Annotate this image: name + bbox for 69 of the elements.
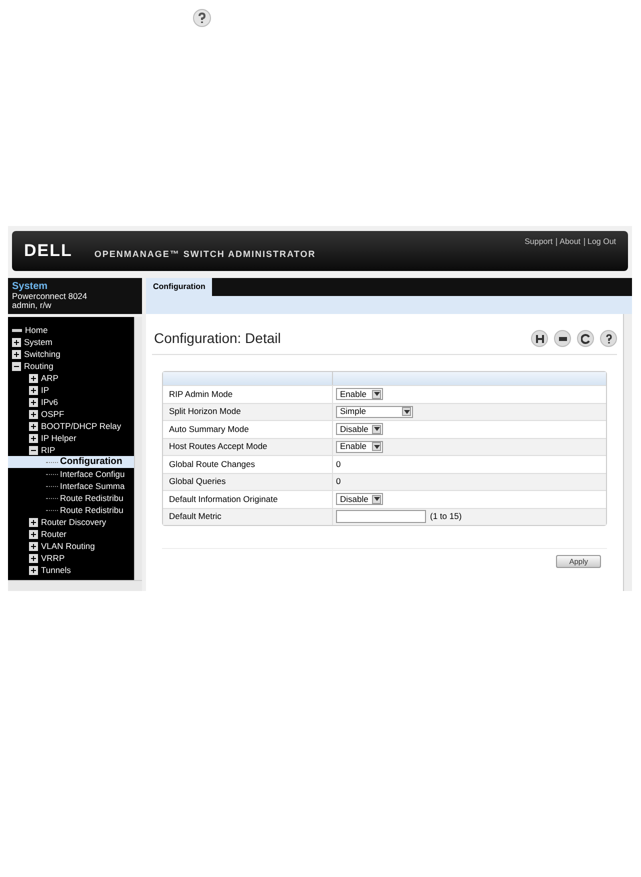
caret-icon bbox=[372, 442, 381, 452]
vertical-scrollbar[interactable] bbox=[134, 317, 142, 580]
save-icon[interactable] bbox=[531, 330, 548, 347]
expand-icon[interactable] bbox=[29, 566, 38, 574]
field-label: Default Metric bbox=[163, 508, 333, 525]
input-field[interactable] bbox=[336, 510, 426, 524]
tree-item[interactable]: Route Redistribu bbox=[60, 504, 124, 516]
page-title: Configuration: Detail bbox=[154, 329, 281, 348]
tree-item[interactable]: IPv6 bbox=[41, 396, 58, 408]
refresh-icon[interactable] bbox=[577, 330, 594, 347]
vertical-scrollbar[interactable] bbox=[623, 314, 632, 591]
expand-icon[interactable] bbox=[29, 386, 38, 394]
tree-item[interactable]: VLAN Routing bbox=[41, 540, 95, 552]
expand-icon[interactable] bbox=[29, 422, 38, 430]
product-title: OPENMANAGE™ SWITCH ADMINISTRATOR bbox=[94, 248, 316, 262]
tree-item[interactable]: Interface Configu bbox=[60, 468, 125, 480]
horizontal-scrollbar[interactable] bbox=[8, 580, 142, 591]
system-title: System bbox=[12, 281, 49, 292]
caret-icon bbox=[372, 424, 381, 434]
dropdown[interactable]: Enable bbox=[336, 440, 383, 453]
expand-icon[interactable] bbox=[29, 518, 38, 526]
expand-icon[interactable] bbox=[29, 410, 38, 418]
tree-item[interactable]: Home bbox=[25, 324, 48, 336]
user-info: admin, r/w bbox=[12, 301, 52, 310]
tree-item[interactable]: Switching bbox=[24, 348, 60, 360]
print-icon[interactable] bbox=[554, 330, 571, 347]
field-value: 0 bbox=[336, 458, 341, 471]
tree-item[interactable]: Route Redistribu bbox=[60, 492, 124, 504]
tree-item[interactable]: OSPF bbox=[41, 408, 64, 420]
help-icon bbox=[193, 9, 211, 27]
range-hint: (1 to 15) bbox=[430, 510, 462, 524]
tree-item[interactable]: Interface Summa bbox=[60, 480, 125, 492]
header-link[interactable]: Support bbox=[524, 236, 553, 248]
tree-item[interactable]: BOOTP/DHCP Relay bbox=[41, 420, 122, 432]
collapse-icon[interactable] bbox=[12, 362, 21, 370]
tree-item[interactable]: Router bbox=[41, 528, 67, 540]
tree-item[interactable]: Tunnels bbox=[41, 564, 71, 576]
home-icon bbox=[12, 328, 22, 332]
expand-icon[interactable] bbox=[29, 554, 38, 562]
expand-icon[interactable] bbox=[29, 398, 38, 406]
logo: DELL bbox=[24, 240, 72, 262]
tree-item[interactable]: IP Helper bbox=[41, 432, 76, 444]
caret-icon bbox=[372, 390, 381, 399]
device-model: Powerconnect 8024 bbox=[12, 292, 88, 301]
header-link[interactable]: Log Out bbox=[588, 236, 616, 248]
tree-item[interactable]: ARP bbox=[41, 372, 58, 384]
tree-item[interactable]: IP bbox=[41, 384, 50, 396]
help-icon[interactable] bbox=[600, 330, 617, 347]
expand-icon[interactable] bbox=[29, 374, 38, 382]
tree-item[interactable]: RIP bbox=[41, 444, 56, 456]
collapse-icon[interactable] bbox=[29, 446, 38, 454]
expand-icon[interactable] bbox=[12, 350, 21, 358]
dropdown[interactable]: Enable bbox=[336, 388, 383, 400]
tree-item[interactable]: Router Discovery bbox=[41, 516, 106, 528]
tree-item[interactable]: Routing bbox=[24, 360, 54, 372]
expand-icon[interactable] bbox=[29, 434, 38, 442]
expand-icon[interactable] bbox=[29, 530, 38, 538]
tree-item[interactable]: VRRP bbox=[41, 552, 65, 564]
expand-icon[interactable] bbox=[12, 338, 21, 346]
dropdown[interactable]: Disable bbox=[336, 493, 383, 506]
tree-item[interactable]: System bbox=[24, 336, 52, 348]
dropdown[interactable]: Simple bbox=[336, 406, 413, 418]
field-value: 0 bbox=[336, 475, 341, 488]
caret-icon bbox=[402, 407, 411, 416]
expand-icon[interactable] bbox=[29, 542, 38, 550]
caret-icon bbox=[372, 494, 381, 504]
header-link[interactable]: About bbox=[560, 236, 581, 248]
dropdown[interactable]: Disable bbox=[336, 423, 383, 436]
tab[interactable]: Configuration bbox=[146, 278, 212, 296]
